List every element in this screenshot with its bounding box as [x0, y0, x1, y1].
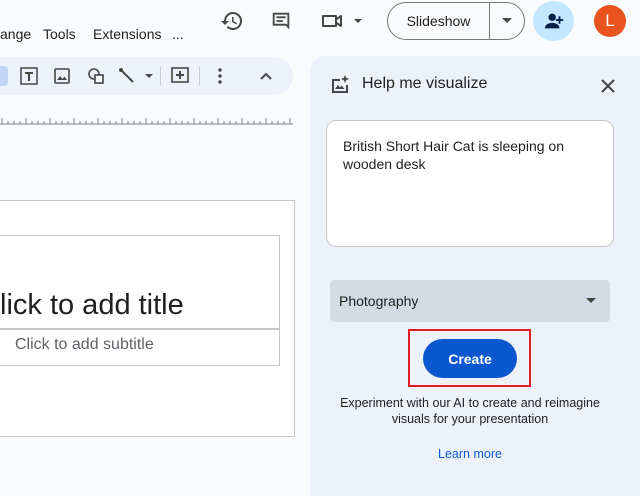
style-dropdown[interactable]: Photography: [330, 280, 610, 322]
toolbar-divider: [199, 67, 200, 85]
share-button[interactable]: [533, 1, 574, 41]
image-icon[interactable]: [50, 64, 74, 88]
style-dropdown-value: Photography: [339, 293, 419, 309]
disclaimer-text: Experiment with our AI to create and rei…: [340, 396, 600, 426]
add-comment-icon[interactable]: [168, 64, 192, 88]
ai-image-icon: [332, 75, 349, 93]
version-history-icon[interactable]: [214, 3, 250, 39]
prompt-textarea[interactable]: British Short Hair Cat is sleeping on wo…: [326, 120, 614, 247]
slide-title-placeholder[interactable]: lick to add title: [0, 289, 184, 322]
comments-icon[interactable]: [263, 3, 299, 39]
menu-item-arrange[interactable]: ange: [0, 26, 31, 42]
meet-camera-icon[interactable]: [318, 3, 364, 39]
chevron-down-icon: [502, 18, 512, 23]
horizontal-ruler: [0, 118, 293, 125]
help-me-visualize-panel: Help me visualize British Short Hair Cat…: [310, 56, 640, 496]
shape-icon[interactable]: [84, 64, 108, 88]
slideshow-split-button: Slideshow: [387, 2, 525, 40]
text-box-icon[interactable]: [17, 64, 41, 88]
editing-toolbar: [0, 57, 293, 95]
select-tool-active[interactable]: [0, 66, 8, 86]
slideshow-dropdown[interactable]: [490, 3, 524, 39]
line-icon[interactable]: [117, 64, 157, 88]
create-button[interactable]: Create: [423, 339, 517, 378]
slide-subtitle-placeholder[interactable]: Click to add subtitle: [15, 336, 154, 354]
panel-title: Help me visualize: [362, 75, 488, 92]
add-person-icon: [544, 13, 563, 29]
learn-more-link[interactable]: Learn more: [310, 447, 630, 461]
menu-item-extensions[interactable]: Extensions: [93, 26, 161, 42]
close-icon[interactable]: [596, 74, 620, 98]
caret-down-icon: [586, 298, 596, 303]
slideshow-button[interactable]: Slideshow: [388, 3, 490, 39]
menu-item-tools[interactable]: Tools: [43, 26, 76, 42]
more-vert-icon[interactable]: [208, 64, 232, 88]
menu-item-more[interactable]: ...: [172, 26, 184, 42]
avatar[interactable]: L: [594, 5, 626, 37]
toolbar-divider: [160, 67, 161, 85]
app-root: ange Tools Extensions ... Slideshow L li…: [0, 0, 640, 496]
chevron-up-icon[interactable]: [254, 64, 278, 88]
